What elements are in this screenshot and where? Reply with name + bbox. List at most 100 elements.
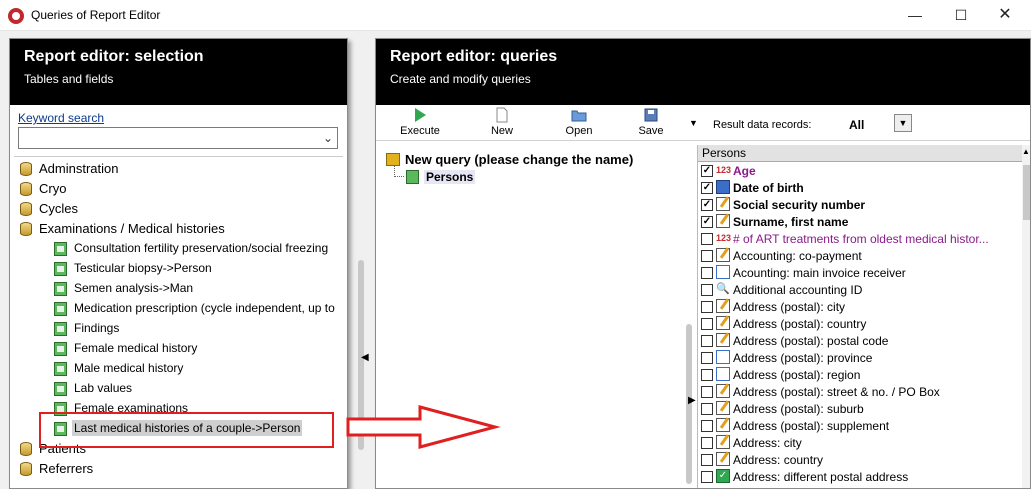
- tree-table-item[interactable]: Consultation fertility preservation/soci…: [18, 239, 347, 259]
- field-checkbox[interactable]: [701, 352, 713, 364]
- field-label: Address (postal): country: [733, 317, 867, 331]
- window-title: Queries of Report Editor: [31, 8, 161, 22]
- field-checkbox[interactable]: ✓: [701, 165, 713, 177]
- field-checkbox[interactable]: [701, 369, 713, 381]
- tree-item-label: Adminstration: [39, 161, 119, 176]
- execute-button[interactable]: Execute: [390, 107, 450, 137]
- field-row[interactable]: Address (postal): province: [698, 349, 1022, 366]
- field-label: Address (postal): city: [733, 300, 846, 314]
- chevron-down-icon[interactable]: ⌄: [323, 131, 333, 145]
- new-button[interactable]: New: [472, 107, 532, 137]
- text-field-icon: [716, 214, 730, 228]
- field-row[interactable]: ✓ Date of birth: [698, 179, 1022, 196]
- field-row[interactable]: ✓ Social security number: [698, 196, 1022, 213]
- close-button[interactable]: ✕: [990, 3, 1020, 27]
- field-checkbox[interactable]: [701, 471, 713, 483]
- field-row[interactable]: Address: city: [698, 434, 1022, 451]
- field-row[interactable]: Address (postal): region: [698, 366, 1022, 383]
- tree-table-item[interactable]: Findings: [18, 319, 347, 339]
- text-field-icon: [716, 197, 730, 211]
- field-row[interactable]: ✓ 123 Age: [698, 162, 1022, 179]
- keyword-search-label[interactable]: Keyword search: [18, 111, 104, 125]
- tree-category-item[interactable]: Adminstration: [18, 159, 347, 179]
- field-checkbox[interactable]: [701, 420, 713, 432]
- tree-table-item[interactable]: Lab values: [18, 379, 347, 399]
- open-label: Open: [565, 125, 593, 137]
- field-row[interactable]: Address (postal): suburb: [698, 400, 1022, 417]
- field-row[interactable]: Address (postal): postal code: [698, 332, 1022, 349]
- field-label: Address (postal): street & no. / PO Box: [733, 385, 940, 399]
- field-row[interactable]: Address (postal): street & no. / PO Box: [698, 383, 1022, 400]
- result-records-dropdown[interactable]: ▼: [894, 114, 912, 132]
- field-row[interactable]: Address (postal): country: [698, 315, 1022, 332]
- field-label: # of ART treatments from oldest medical …: [733, 232, 989, 246]
- field-checkbox[interactable]: [701, 250, 713, 262]
- scroll-thumb[interactable]: [1023, 165, 1030, 220]
- keyword-search-input[interactable]: ⌄: [18, 127, 338, 149]
- query-table-persons[interactable]: Persons: [424, 170, 476, 184]
- field-label: Address: country: [733, 453, 824, 467]
- title-bar: Queries of Report Editor — ☐ ✕: [0, 0, 1031, 31]
- collapse-left-icon[interactable]: ◀: [361, 352, 369, 363]
- field-checkbox[interactable]: [701, 386, 713, 398]
- field-checkbox[interactable]: [701, 301, 713, 313]
- save-label: Save: [638, 125, 664, 137]
- tree-table-item[interactable]: Female medical history: [18, 339, 347, 359]
- database-icon: [20, 462, 32, 476]
- field-label: Address (postal): supplement: [733, 419, 890, 433]
- tree-category-item[interactable]: Cycles: [18, 199, 347, 219]
- toolbar-dropdown-icon[interactable]: ▼: [689, 118, 698, 128]
- field-checkbox[interactable]: [701, 403, 713, 415]
- field-row[interactable]: Acounting: main invoice receiver: [698, 264, 1022, 281]
- text-field-icon: [716, 316, 730, 330]
- tree-category-item[interactable]: Cryo: [18, 179, 347, 199]
- field-row[interactable]: 🔍 Additional accounting ID: [698, 281, 1022, 298]
- field-label: Address (postal): province: [733, 351, 873, 365]
- highlight-box: [39, 412, 334, 448]
- field-row[interactable]: ✓ Address: different postal address: [698, 468, 1022, 485]
- field-label: Accounting: co-payment: [733, 249, 862, 263]
- field-row[interactable]: Address (postal): supplement: [698, 417, 1022, 434]
- field-row[interactable]: Address: country: [698, 451, 1022, 468]
- tree-item-label: Consultation fertility preservation/soci…: [74, 241, 329, 255]
- table-icon: [54, 242, 67, 256]
- query-name[interactable]: New query (please change the name): [405, 152, 633, 167]
- field-label: Surname, first name: [733, 215, 849, 229]
- field-checkbox[interactable]: [701, 318, 713, 330]
- field-row[interactable]: Address (postal): city: [698, 298, 1022, 315]
- field-label: Address (postal): postal code: [733, 334, 889, 348]
- field-checkbox[interactable]: ✓: [701, 199, 713, 211]
- text-field-icon: [716, 333, 730, 347]
- field-row[interactable]: Accounting: co-payment: [698, 247, 1022, 264]
- field-checkbox[interactable]: [701, 437, 713, 449]
- result-records-value[interactable]: All: [849, 118, 864, 132]
- field-checkbox[interactable]: [701, 335, 713, 347]
- tree-table-item[interactable]: Male medical history: [18, 359, 347, 379]
- save-button[interactable]: Save: [621, 107, 681, 137]
- field-checkbox[interactable]: [701, 233, 713, 245]
- field-checkbox[interactable]: ✓: [701, 216, 713, 228]
- text-field-icon: [716, 435, 730, 449]
- fields-scrollbar[interactable]: ▲: [1022, 145, 1030, 488]
- field-checkbox[interactable]: ✓: [701, 182, 713, 194]
- tree-table-item[interactable]: Semen analysis->Man: [18, 279, 347, 299]
- expand-right-icon[interactable]: ▶: [688, 395, 696, 406]
- minimize-button[interactable]: —: [900, 3, 930, 27]
- field-row[interactable]: ✓ Surname, first name: [698, 213, 1022, 230]
- tree-table-item[interactable]: Medication prescription (cycle independe…: [18, 299, 347, 319]
- tree-category-item[interactable]: Referrers: [18, 459, 347, 479]
- save-icon: [644, 108, 658, 122]
- tree-table-item[interactable]: Testicular biopsy->Person: [18, 259, 347, 279]
- database-icon: [20, 222, 32, 236]
- field-checkbox[interactable]: [701, 284, 713, 296]
- field-checkbox[interactable]: [701, 454, 713, 466]
- field-row[interactable]: 123 # of ART treatments from oldest medic…: [698, 230, 1022, 247]
- tree-category-item[interactable]: Examinations / Medical histories: [18, 219, 347, 239]
- tree-item-label: Testicular biopsy->Person: [74, 261, 212, 275]
- selection-panel-subtitle: Tables and fields: [24, 72, 114, 86]
- database-icon: [20, 442, 32, 456]
- field-checkbox[interactable]: [701, 267, 713, 279]
- maximize-button[interactable]: ☐: [946, 3, 976, 27]
- scroll-up-icon[interactable]: ▲: [1022, 147, 1030, 156]
- open-button[interactable]: Open: [549, 107, 609, 137]
